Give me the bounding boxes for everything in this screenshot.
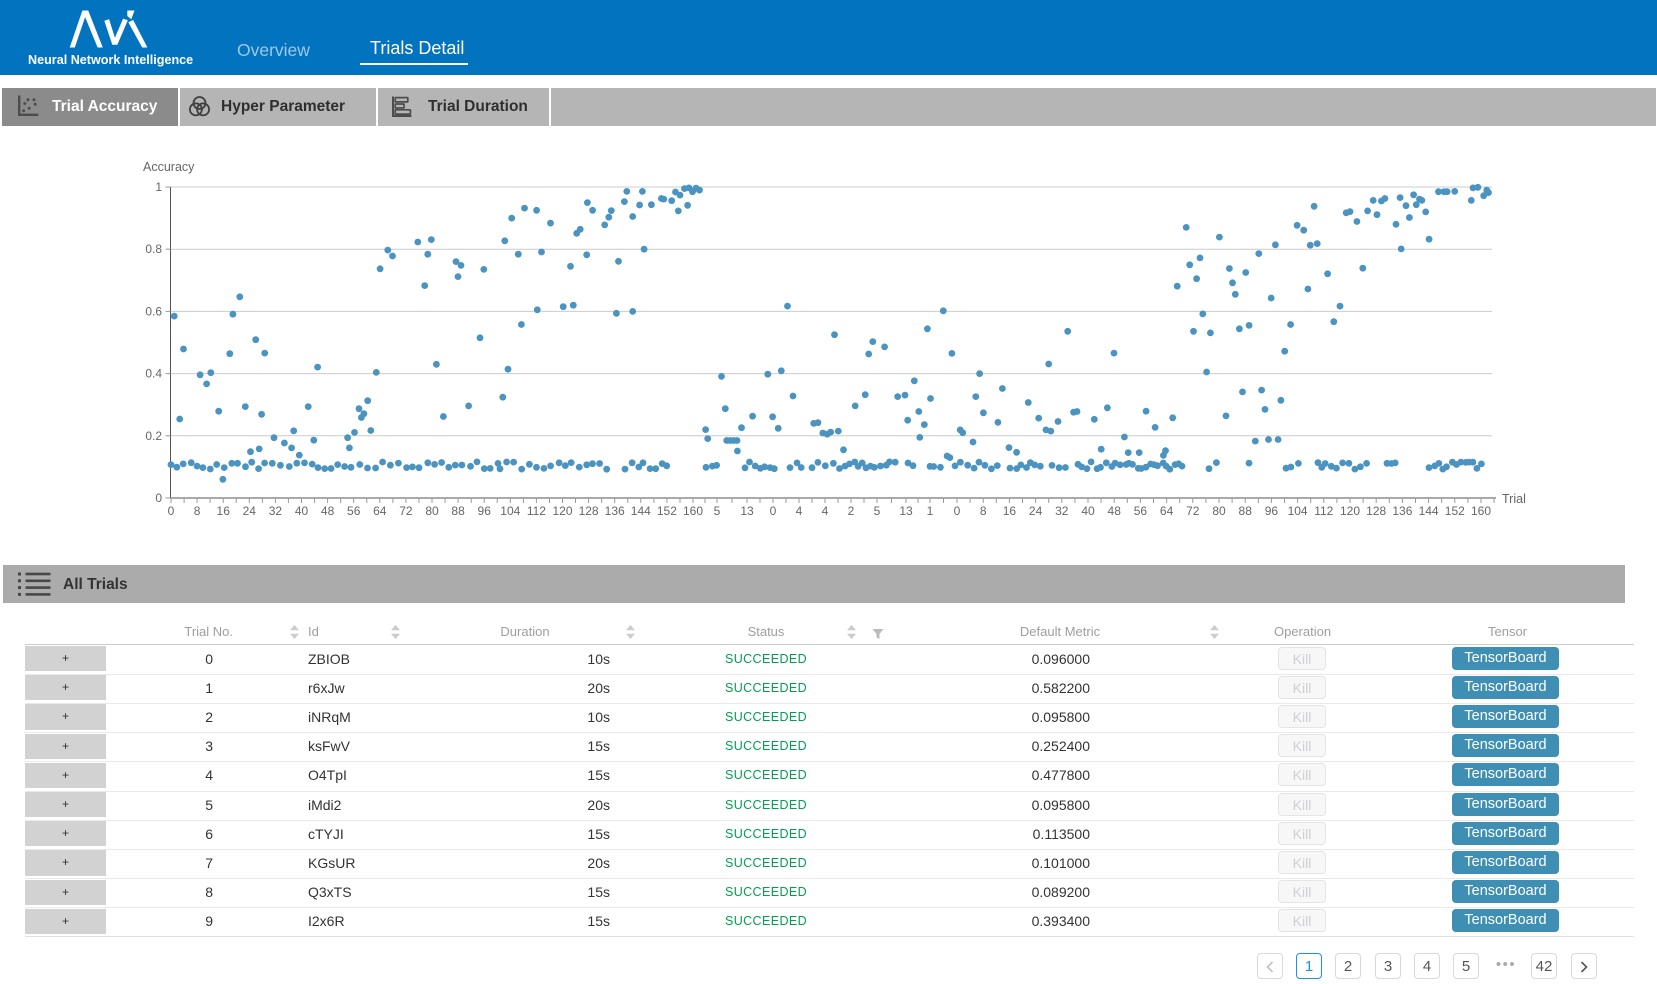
svg-text:0.2: 0.2 bbox=[145, 429, 162, 443]
svg-text:0: 0 bbox=[168, 504, 175, 518]
svg-text:64: 64 bbox=[373, 504, 387, 518]
svg-text:13: 13 bbox=[899, 504, 913, 518]
svg-text:32: 32 bbox=[1055, 504, 1069, 518]
svg-text:72: 72 bbox=[1186, 504, 1200, 518]
svg-text:104: 104 bbox=[500, 504, 520, 518]
svg-text:80: 80 bbox=[425, 504, 439, 518]
svg-text:160: 160 bbox=[1471, 504, 1491, 518]
svg-text:Accuracy: Accuracy bbox=[143, 160, 195, 174]
svg-text:Trial: Trial bbox=[1502, 492, 1526, 506]
svg-text:104: 104 bbox=[1288, 504, 1308, 518]
svg-text:40: 40 bbox=[295, 504, 309, 518]
svg-text:64: 64 bbox=[1160, 504, 1174, 518]
svg-text:128: 128 bbox=[1366, 504, 1386, 518]
svg-text:80: 80 bbox=[1212, 504, 1226, 518]
svg-text:152: 152 bbox=[1445, 504, 1465, 518]
svg-text:48: 48 bbox=[321, 504, 335, 518]
svg-text:88: 88 bbox=[451, 504, 465, 518]
svg-text:0.4: 0.4 bbox=[145, 367, 162, 381]
svg-text:8: 8 bbox=[980, 504, 987, 518]
svg-text:24: 24 bbox=[1029, 504, 1043, 518]
svg-text:72: 72 bbox=[399, 504, 413, 518]
svg-text:120: 120 bbox=[1340, 504, 1360, 518]
svg-text:32: 32 bbox=[269, 504, 283, 518]
svg-text:5: 5 bbox=[874, 504, 881, 518]
svg-text:136: 136 bbox=[605, 504, 625, 518]
svg-text:8: 8 bbox=[194, 504, 201, 518]
svg-text:88: 88 bbox=[1239, 504, 1253, 518]
svg-text:112: 112 bbox=[527, 504, 546, 518]
svg-text:1: 1 bbox=[927, 504, 934, 518]
svg-text:144: 144 bbox=[631, 504, 651, 518]
svg-text:96: 96 bbox=[1265, 504, 1279, 518]
svg-text:0.8: 0.8 bbox=[145, 242, 162, 256]
svg-text:160: 160 bbox=[683, 504, 703, 518]
svg-text:1: 1 bbox=[155, 180, 162, 194]
svg-text:0: 0 bbox=[954, 504, 961, 518]
svg-text:120: 120 bbox=[552, 504, 572, 518]
svg-text:13: 13 bbox=[740, 504, 754, 518]
svg-text:4: 4 bbox=[822, 504, 829, 518]
svg-text:16: 16 bbox=[1003, 504, 1017, 518]
svg-text:128: 128 bbox=[579, 504, 599, 518]
svg-text:96: 96 bbox=[478, 504, 492, 518]
svg-text:136: 136 bbox=[1392, 504, 1412, 518]
svg-text:4: 4 bbox=[796, 504, 803, 518]
svg-text:2: 2 bbox=[848, 504, 855, 518]
svg-text:0: 0 bbox=[155, 491, 162, 505]
svg-text:112: 112 bbox=[1314, 504, 1333, 518]
svg-text:5: 5 bbox=[714, 504, 721, 518]
svg-text:0: 0 bbox=[770, 504, 777, 518]
svg-text:56: 56 bbox=[1134, 504, 1148, 518]
svg-text:40: 40 bbox=[1081, 504, 1095, 518]
svg-text:48: 48 bbox=[1108, 504, 1122, 518]
svg-text:144: 144 bbox=[1419, 504, 1439, 518]
svg-text:24: 24 bbox=[243, 504, 257, 518]
svg-text:0.6: 0.6 bbox=[145, 304, 162, 318]
svg-text:56: 56 bbox=[347, 504, 361, 518]
svg-text:16: 16 bbox=[217, 504, 231, 518]
svg-text:152: 152 bbox=[657, 504, 677, 518]
